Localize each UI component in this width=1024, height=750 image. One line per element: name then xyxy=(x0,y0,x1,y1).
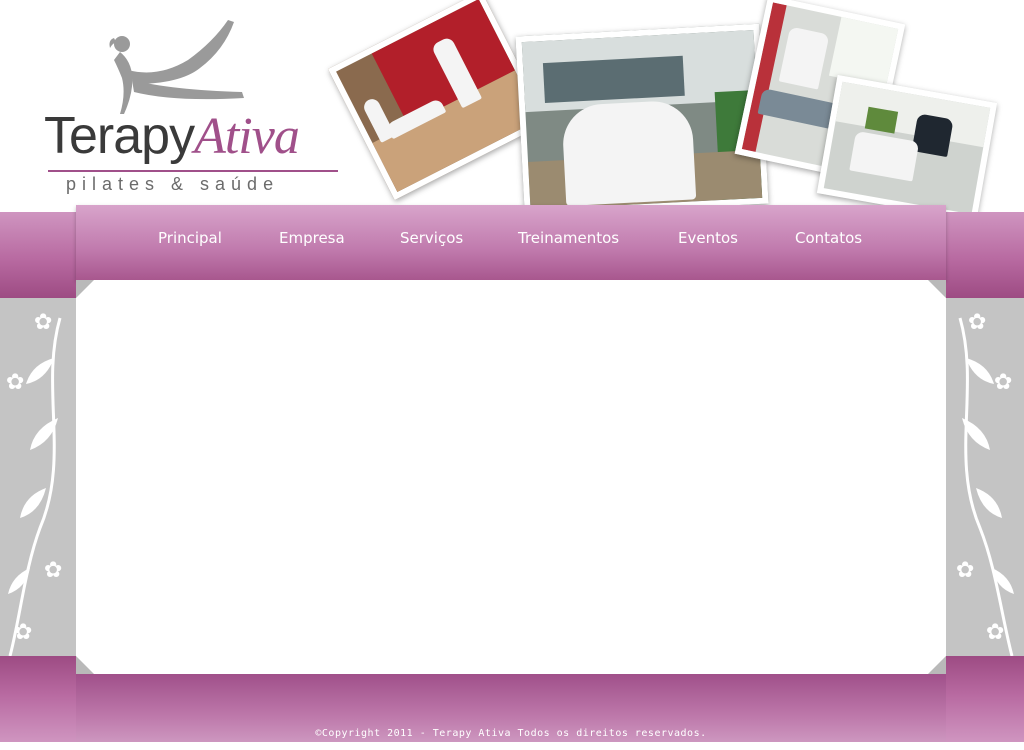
nav-item-principal[interactable]: Principal xyxy=(158,229,222,247)
terapy-ativa-logo[interactable]: TerapyAtiva pilates & saúde xyxy=(40,14,350,194)
nav-item-eventos[interactable]: Eventos xyxy=(678,229,738,247)
main-navigation: Principal Empresa Serviços Treinamentos … xyxy=(76,205,946,280)
corner-fold-bottom-left xyxy=(76,656,94,674)
logo-word-terapy: Terapy xyxy=(44,107,195,165)
main-content-area xyxy=(76,280,946,674)
copyright-notice: ©Copyright 2011 - Terapy Ativa Todos os … xyxy=(76,728,946,739)
nav-item-contatos[interactable]: Contatos xyxy=(795,229,862,247)
flower-icon: ✿ xyxy=(994,370,1013,395)
flower-icon: ✿ xyxy=(14,620,33,645)
rehab-exercise-photo xyxy=(816,74,998,222)
nav-item-servicos[interactable]: Serviços xyxy=(400,229,463,247)
flower-icon: ✿ xyxy=(34,310,53,335)
flower-icon: ✿ xyxy=(968,310,987,335)
flower-icon: ✿ xyxy=(6,370,25,395)
nav-item-empresa[interactable]: Empresa xyxy=(279,229,345,247)
logo-wordmark: TerapyAtiva xyxy=(44,106,300,167)
logo-underline xyxy=(48,170,338,172)
right-floral-border: ✿ ✿ ✿ ✿ xyxy=(946,298,1024,656)
flower-icon: ✿ xyxy=(956,558,975,583)
page-footer: ©Copyright 2011 - Terapy Ativa Todos os … xyxy=(76,674,946,750)
floral-vine-left-icon xyxy=(8,317,62,656)
logo-word-ativa: Ativa xyxy=(194,108,300,165)
massage-room-photo xyxy=(328,0,548,201)
page-header: TerapyAtiva pilates & saúde xyxy=(0,0,1024,222)
corner-fold-top-left xyxy=(76,280,94,298)
bottom-white-strip xyxy=(0,742,1024,750)
nav-item-treinamentos[interactable]: Treinamentos xyxy=(518,229,619,247)
photo-collage xyxy=(328,0,1000,222)
copyright-text: Copyright 2011 - Terapy Ativa Todos os d… xyxy=(321,728,707,739)
left-floral-border: ✿ ✿ ✿ ✿ xyxy=(0,298,76,656)
corner-fold-bottom-right xyxy=(928,656,946,674)
team-group-photo xyxy=(515,23,769,217)
logo-subtitle: pilates & saúde xyxy=(66,174,280,194)
flower-icon: ✿ xyxy=(986,620,1005,645)
floral-vine-right-icon xyxy=(958,317,1014,656)
flower-icon: ✿ xyxy=(44,558,63,583)
corner-fold-top-right xyxy=(928,280,946,298)
